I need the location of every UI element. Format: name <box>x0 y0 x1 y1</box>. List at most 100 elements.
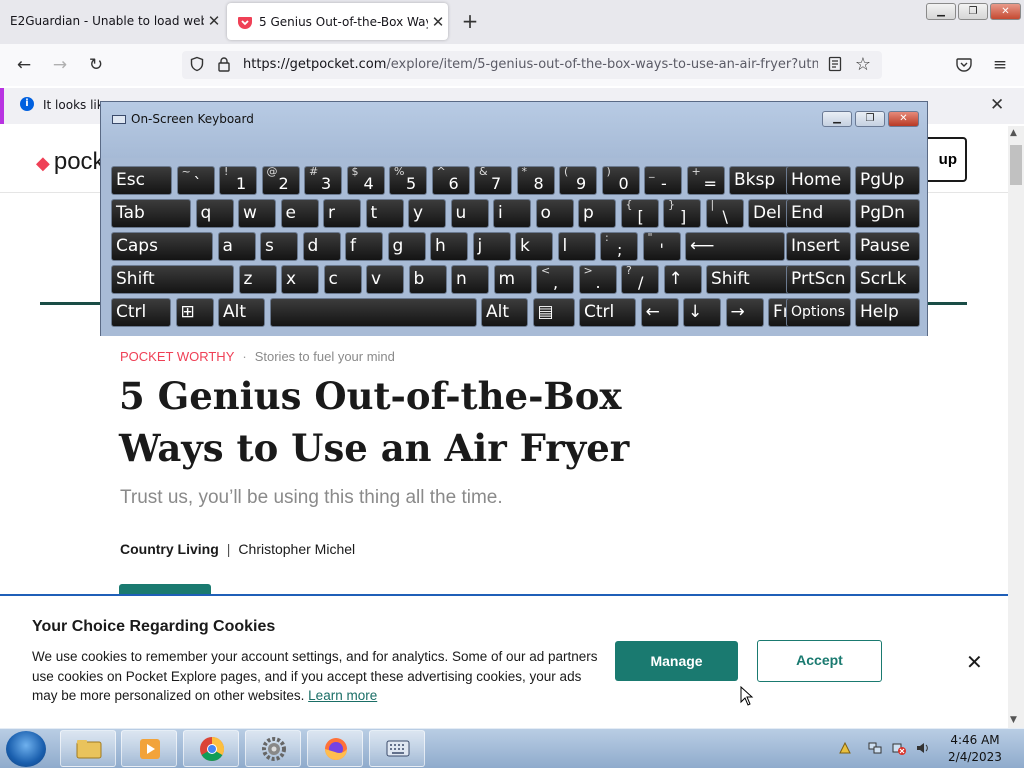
osk-key[interactable]: >. <box>578 265 617 294</box>
osk-key-s[interactable]: s <box>260 232 298 261</box>
osk-key-z[interactable]: z <box>238 265 277 294</box>
osk-key-prtscn[interactable]: PrtScn <box>786 265 851 294</box>
osk-key[interactable]: ~ ` <box>176 166 215 195</box>
pocket-save-icon[interactable] <box>956 56 972 72</box>
osk-key-q[interactable]: q <box>195 199 234 228</box>
osk-key[interactable]: ↓ <box>683 298 721 327</box>
osk-key-p[interactable]: p <box>578 199 616 228</box>
osk-key-b[interactable]: b <box>408 265 447 294</box>
infobar-close-icon[interactable]: ✕ <box>990 95 1004 115</box>
manage-cookies-button[interactable]: Manage <box>615 641 738 681</box>
osk-key-n[interactable]: n <box>451 265 489 294</box>
osk-key[interactable]: {[ <box>620 199 659 228</box>
pocket-logo[interactable]: ◆ pock <box>36 148 105 176</box>
osk-key-1[interactable]: ! 1 <box>219 166 257 195</box>
osk-key-3[interactable]: #3 <box>304 166 342 195</box>
osk-key-r[interactable]: r <box>323 199 361 228</box>
osk-key-v[interactable]: v <box>366 265 404 294</box>
osk-key[interactable]: ⟵ <box>685 232 785 261</box>
taskbar-settings[interactable] <box>245 730 301 767</box>
taskbar-firefox[interactable] <box>307 730 363 767</box>
osk-key-j[interactable]: j <box>472 232 511 261</box>
new-tab-button[interactable]: + <box>458 9 482 33</box>
volume-icon[interactable] <box>915 741 929 755</box>
accept-cookies-button[interactable]: Accept <box>757 640 882 682</box>
clock-date[interactable]: 2/4/2023 <box>945 750 1005 764</box>
osk-key-k[interactable]: k <box>515 232 553 261</box>
osk-key-5[interactable]: % 5 <box>389 166 427 195</box>
osk-key-bksp[interactable]: Bksp <box>729 166 790 195</box>
osk-key-pgup[interactable]: PgUp <box>855 166 920 195</box>
osk-key-9[interactable]: (9 <box>559 166 597 195</box>
window-restore-button[interactable]: ❐ <box>958 3 988 20</box>
osk-key-w[interactable]: w <box>238 199 276 228</box>
osk-key-help[interactable]: Help <box>855 298 920 327</box>
osk-key-6[interactable]: ^ 6 <box>431 166 470 195</box>
forward-arrow-icon[interactable]: → <box>48 53 72 77</box>
reader-view-icon[interactable] <box>828 56 842 72</box>
osk-titlebar[interactable] <box>101 102 927 158</box>
taskbar-media-player[interactable] <box>121 730 177 767</box>
page-scrollbar[interactable] <box>1008 126 1024 728</box>
osk-close-button[interactable]: ✕ <box>888 111 919 127</box>
tab-close-icon[interactable]: ✕ <box>204 12 224 30</box>
osk-key-8[interactable]: * 8 <box>516 166 555 195</box>
hamburger-menu-icon[interactable]: ≡ <box>988 53 1012 77</box>
osk-key-u[interactable]: u <box>450 199 489 228</box>
osk-key-4[interactable]: $4 <box>346 166 385 195</box>
taskbar-on-screen-keyboard[interactable] <box>369 730 425 767</box>
osk-key-h[interactable]: h <box>430 232 468 261</box>
osk-key[interactable]: | \ <box>705 199 744 228</box>
osk-key-y[interactable]: y <box>408 199 446 228</box>
clock-time[interactable]: 4:46 AM <box>945 733 1005 747</box>
osk-key[interactable]: _ - <box>644 166 682 195</box>
scroll-down-icon[interactable]: ▼ <box>1010 715 1017 725</box>
window-close-button[interactable]: ✕ <box>990 3 1021 20</box>
osk-key-end[interactable]: End <box>786 199 851 228</box>
osk-key[interactable]: ← <box>640 298 679 327</box>
osk-key-tab[interactable]: Tab <box>111 199 191 228</box>
osk-key[interactable]: + = <box>686 166 725 195</box>
osk-key-ctrl[interactable]: Ctrl <box>111 298 171 327</box>
scroll-up-icon[interactable]: ▲ <box>1010 128 1017 138</box>
on-screen-keyboard-window[interactable]: On-Screen Keyboard ▁ ❐ ✕ Esc ~ `! 1 @2 #3 $4% 5… <box>100 101 928 336</box>
tracking-shield-icon[interactable] <box>189 56 205 72</box>
osk-key-t[interactable]: t <box>365 199 404 228</box>
osk-key-o[interactable]: o <box>535 199 574 228</box>
reload-icon[interactable]: ↻ <box>84 53 108 77</box>
osk-key-f[interactable]: f <box>345 232 383 261</box>
osk-key-del[interactable]: Del <box>748 199 790 228</box>
osk-key-ctrl[interactable]: Ctrl <box>579 298 636 327</box>
tab-close-icon[interactable]: ✕ <box>428 13 448 31</box>
osk-maximize-button[interactable]: ❐ <box>855 111 885 127</box>
learn-more-link[interactable]: Learn more <box>308 688 377 703</box>
osk-key-home[interactable]: Home <box>786 166 851 195</box>
osk-key-7[interactable]: & 7 <box>474 166 512 195</box>
osk-key-d[interactable]: d <box>302 232 341 261</box>
cookie-close-icon[interactable]: ✕ <box>966 650 983 674</box>
osk-key-a[interactable]: a <box>217 232 256 261</box>
osk-minimize-button[interactable]: ▁ <box>822 111 852 127</box>
osk-key-pgdn[interactable]: PgDn <box>855 199 920 228</box>
osk-key[interactable]: ⊞ <box>175 298 214 327</box>
taskbar-explorer[interactable] <box>60 730 116 767</box>
osk-key-i[interactable]: i <box>493 199 531 228</box>
osk-key-caps[interactable]: Caps <box>111 232 213 261</box>
osk-key-scrlk[interactable]: ScrLk <box>855 265 920 294</box>
osk-key-space[interactable] <box>269 298 477 327</box>
osk-key[interactable]: → <box>725 298 764 327</box>
osk-key[interactable]: <, <box>536 265 574 294</box>
osk-key[interactable]: ▤ <box>532 298 575 327</box>
network-error-icon[interactable] <box>892 741 906 755</box>
scrollbar-thumb[interactable] <box>1010 145 1022 185</box>
osk-key-shift[interactable]: Shift <box>111 265 234 294</box>
osk-key-l[interactable]: l <box>557 232 596 261</box>
osk-key-e[interactable]: e <box>280 199 319 228</box>
network-icon[interactable] <box>868 741 882 755</box>
pocket-worthy-label[interactable]: POCKET WORTHY <box>120 349 234 364</box>
osk-key-x[interactable]: x <box>281 265 319 294</box>
osk-key-options[interactable]: Options <box>786 298 851 327</box>
lock-icon[interactable] <box>217 56 231 72</box>
osk-key-m[interactable]: m <box>493 265 532 294</box>
action-center-icon[interactable] <box>838 741 852 755</box>
